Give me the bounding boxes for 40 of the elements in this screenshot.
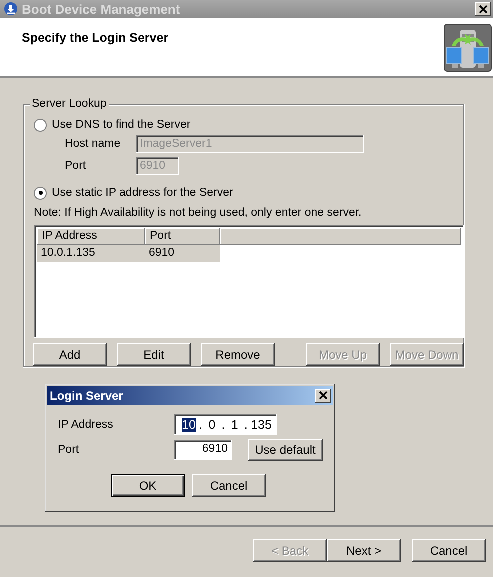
- button[interactable]: Add: [33, 343, 107, 366]
- note-text: Note: If High Availability is not being used, only enter one server.: [34, 207, 363, 219]
- ip-octet[interactable]: 1: [228, 418, 242, 432]
- ip-separator: .: [220, 418, 226, 432]
- field-label: IP Address: [58, 418, 114, 430]
- button[interactable]: Cancel: [192, 474, 266, 497]
- ip-address-field[interactable]: 10 . 0 . 1 . 135: [174, 414, 277, 435]
- column-header[interactable]: Port: [145, 228, 220, 245]
- window-title: Boot Device Management: [22, 2, 182, 16]
- button[interactable]: Next >: [327, 539, 401, 562]
- button[interactable]: Remove: [201, 343, 275, 366]
- ip-separator: .: [243, 418, 249, 432]
- column-header[interactable]: IP Address: [37, 228, 145, 245]
- close-icon: [318, 391, 328, 400]
- radio-label: Use static IP address for the Server: [52, 187, 234, 199]
- dialog-title: Login Server: [50, 388, 124, 402]
- ip-octet[interactable]: 0: [206, 418, 219, 432]
- download-icon: [4, 2, 18, 16]
- ip-separator: .: [198, 418, 204, 432]
- field-label: Host name: [65, 138, 122, 150]
- radio-button[interactable]: [34, 118, 47, 132]
- close-button[interactable]: [475, 2, 491, 16]
- ip-octet[interactable]: 10: [182, 418, 196, 432]
- close-icon: [478, 4, 488, 14]
- button[interactable]: Use default: [248, 439, 323, 461]
- input-field[interactable]: 6910: [174, 440, 232, 460]
- ip-octet[interactable]: 135: [251, 418, 272, 432]
- list-row[interactable]: 10.0.1.135 6910: [37, 245, 220, 262]
- page-title: Specify the Login Server: [22, 31, 169, 47]
- close-button[interactable]: [315, 388, 331, 402]
- button[interactable]: OK: [111, 474, 185, 497]
- field-label: Port: [65, 160, 88, 172]
- button[interactable]: Edit: [117, 343, 191, 366]
- table-cell-text: 6910: [148, 246, 176, 261]
- field-label: Port: [58, 444, 80, 456]
- button[interactable]: Cancel: [412, 539, 486, 562]
- group-title: Server Lookup: [30, 98, 109, 110]
- table-cell-text: 10.0.1.135: [40, 246, 96, 261]
- radio-button[interactable]: [34, 186, 47, 200]
- radio-label: Use DNS to find the Server: [52, 119, 191, 131]
